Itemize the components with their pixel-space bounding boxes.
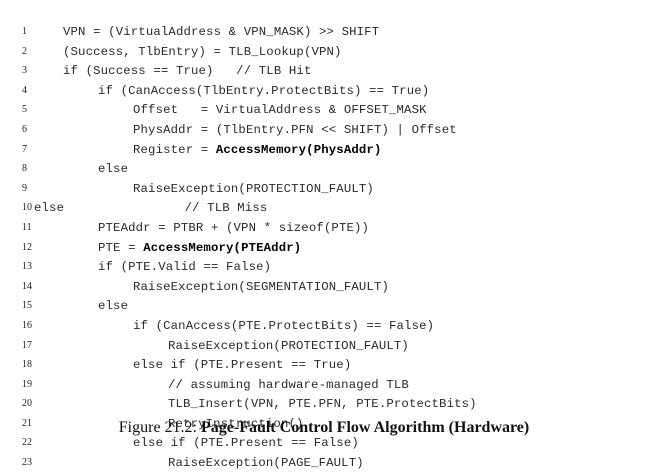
code-text: (Success, TlbEntry) = TLB_Lookup(VPN) — [63, 43, 342, 63]
code-text: Register = AccessMemory(PhysAddr) — [133, 141, 381, 161]
code-line: 2 (Success, TlbEntry) = TLB_Lookup(VPN) — [0, 43, 648, 63]
code-segment: if (PTE.Valid == False) — [98, 260, 272, 275]
code-segment: Register = — [133, 142, 216, 157]
code-text: else if (PTE.Present == True) — [133, 356, 351, 376]
line-number: 14 — [22, 280, 32, 292]
code-segment: else if (PTE.Present == False) — [133, 436, 359, 451]
line-number: 2 — [22, 45, 27, 57]
code-segment: else — [98, 162, 129, 177]
code-text: if (CanAccess(PTE.ProtectBits) == False) — [133, 317, 434, 337]
code-segment: RaiseException(PROTECTION_FAULT) — [133, 181, 374, 196]
code-text: if (CanAccess(TlbEntry.ProtectBits) == T… — [98, 82, 429, 102]
code-text: RaiseException(PAGE_FAULT) — [168, 454, 364, 474]
code-text: if (Success == True) // TLB Hit — [63, 62, 311, 82]
code-segment: else // TLB Miss — [34, 201, 268, 216]
line-number: 6 — [22, 123, 27, 135]
code-line: 16 if (CanAccess(PTE.ProtectBits) == Fals… — [0, 317, 648, 337]
code-line: 7 Register = AccessMemory(PhysAddr) — [0, 141, 648, 161]
code-segment: PhysAddr = (TlbEntry.PFN << SHIFT) | Off… — [133, 122, 457, 137]
code-line: 18 else if (PTE.Present == True) — [0, 356, 648, 376]
code-text: RaiseException(SEGMENTATION_FAULT) — [133, 278, 389, 298]
line-number: 17 — [22, 339, 32, 351]
code-line: 14 RaiseException(SEGMENTATION_FAULT) — [0, 278, 648, 298]
code-segment: RaiseException(SEGMENTATION_FAULT) — [133, 279, 389, 294]
code-segment: Offset = VirtualAddress & OFFSET_MASK — [133, 103, 427, 118]
figure-label: Figure 21.2: — [118, 419, 197, 436]
line-number: 12 — [22, 241, 32, 253]
code-text: Offset = VirtualAddress & OFFSET_MASK — [133, 101, 427, 121]
code-text: else — [98, 297, 128, 317]
code-bold-call: AccessMemory(PTEAddr) — [143, 240, 302, 255]
figure-title: Page-Fault Control Flow Algorithm (Hardw… — [200, 419, 530, 436]
code-text: PhysAddr = (TlbEntry.PFN << SHIFT) | Off… — [133, 121, 457, 141]
code-segment: if (Success == True) // TLB Hit — [63, 64, 312, 79]
code-text: else // TLB Miss — [34, 199, 267, 219]
code-segment: if (CanAccess(PTE.ProtectBits) == False) — [133, 318, 435, 333]
line-number: 8 — [22, 163, 27, 175]
code-text: else — [98, 160, 128, 180]
code-segment: (Success, TlbEntry) = TLB_Lookup(VPN) — [63, 44, 342, 59]
code-line: 12 PTE = AccessMemory(PTEAddr) — [0, 239, 648, 259]
code-line: 17 RaiseException(PROTECTION_FAULT) — [0, 337, 648, 357]
code-line: 1 VPN = (VirtualAddress & VPN_MASK) >> SH… — [0, 23, 648, 43]
line-number: 4 — [22, 84, 27, 96]
code-segment: RaiseException(PAGE_FAULT) — [168, 456, 364, 471]
line-number: 22 — [22, 437, 32, 449]
code-segment: // assuming hardware-managed TLB — [168, 377, 409, 392]
code-line: 5 Offset = VirtualAddress & OFFSET_MASK — [0, 101, 648, 121]
code-line: 8 else — [0, 160, 648, 180]
code-line: 6 PhysAddr = (TlbEntry.PFN << SHIFT) | Of… — [0, 121, 648, 141]
code-text: PTEAddr = PTBR + (VPN * sizeof(PTE)) — [98, 219, 369, 239]
line-number: 16 — [22, 319, 32, 331]
code-segment: RaiseException(PROTECTION_FAULT) — [168, 338, 409, 353]
code-text: VPN = (VirtualAddress & VPN_MASK) >> SHI… — [63, 23, 379, 43]
code-text: else if (PTE.Present == False) — [133, 434, 359, 454]
line-number: 5 — [22, 104, 27, 116]
line-number: 3 — [22, 65, 27, 77]
code-segment: else if (PTE.Present == True) — [133, 358, 352, 373]
code-text: if (PTE.Valid == False) — [98, 258, 271, 278]
line-number: 18 — [22, 359, 32, 371]
line-number: 20 — [22, 398, 32, 410]
code-text: // assuming hardware-managed TLB — [168, 376, 409, 396]
code-text: RaiseException(PROTECTION_FAULT) — [133, 180, 374, 200]
code-text: RaiseException(PROTECTION_FAULT) — [168, 337, 409, 357]
figure-caption: Figure 21.2: Page-Fault Control Flow Alg… — [0, 419, 648, 437]
code-segment: TLB_Insert(VPN, PTE.PFN, PTE.ProtectBits… — [168, 397, 477, 412]
code-text: PTE = AccessMemory(PTEAddr) — [98, 239, 301, 259]
line-number: 19 — [22, 378, 32, 390]
line-number: 1 — [22, 26, 27, 37]
line-number: 9 — [22, 182, 27, 194]
line-number: 23 — [22, 457, 32, 469]
code-line: 13 if (PTE.Valid == False) — [0, 258, 648, 278]
code-listing: 1 VPN = (VirtualAddress & VPN_MASK) >> SH… — [0, 23, 648, 474]
line-number: 11 — [22, 221, 32, 233]
code-segment: VPN = (VirtualAddress & VPN_MASK) >> SHI… — [63, 25, 380, 39]
line-number: 15 — [22, 300, 32, 312]
code-segment: PTEAddr = PTBR + (VPN * sizeof(PTE)) — [98, 220, 370, 235]
code-line: 20 TLB_Insert(VPN, PTE.PFN, PTE.ProtectBi… — [0, 395, 648, 415]
code-line: 15 else — [0, 297, 648, 317]
code-line: 9 RaiseException(PROTECTION_FAULT) — [0, 180, 648, 200]
code-line: 19 // assuming hardware-managed TLB — [0, 376, 648, 396]
line-number: 13 — [22, 261, 32, 273]
code-line: 23 RaiseException(PAGE_FAULT) — [0, 454, 648, 474]
code-segment: if (CanAccess(TlbEntry.ProtectBits) == T… — [98, 83, 430, 98]
code-text: TLB_Insert(VPN, PTE.PFN, PTE.ProtectBits… — [168, 395, 477, 415]
code-segment: else — [98, 299, 129, 314]
line-number: 7 — [22, 143, 27, 155]
code-line: 22 else if (PTE.Present == False) — [0, 434, 648, 454]
code-bold-call: AccessMemory(PhysAddr) — [215, 142, 382, 157]
code-segment: PTE = — [98, 240, 144, 255]
code-line: 10 else // TLB Miss — [0, 199, 648, 219]
code-line: 4 if (CanAccess(TlbEntry.ProtectBits) == … — [0, 82, 648, 102]
code-line: 3 if (Success == True) // TLB Hit — [0, 62, 648, 82]
code-line: 11 PTEAddr = PTBR + (VPN * sizeof(PTE)) — [0, 219, 648, 239]
